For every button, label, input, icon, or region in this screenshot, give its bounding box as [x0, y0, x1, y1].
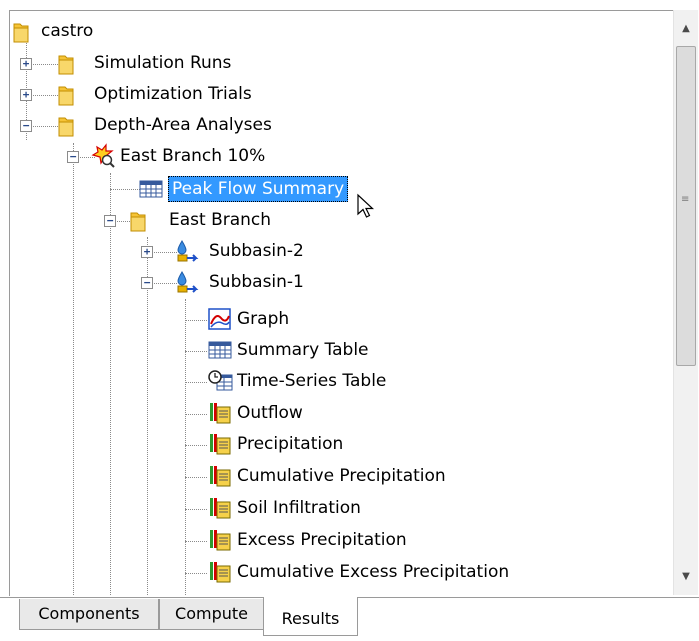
- tree-node-east-branch[interactable]: − East Branch: [10, 207, 330, 235]
- tree-node-excess-precipitation[interactable]: Excess Precipitation: [10, 527, 410, 555]
- tree-node-label: East Branch 10%: [120, 146, 266, 166]
- results-tree: castro + Simulation Runs + Optimization …: [9, 10, 674, 596]
- tree-node-label: Simulation Runs: [94, 53, 232, 73]
- collapse-toggle[interactable]: −: [141, 277, 153, 289]
- tree-node-label: Optimization Trials: [94, 84, 252, 104]
- folder-icon: [58, 117, 74, 137]
- collapse-toggle[interactable]: −: [67, 151, 79, 163]
- tree-node-label: Outflow: [237, 403, 303, 423]
- tree-node-label-selected: Peak Flow Summary: [168, 176, 349, 202]
- result-data-icon: [210, 434, 231, 455]
- table-icon: [139, 180, 163, 198]
- tree-node-summary-table[interactable]: Summary Table: [10, 337, 369, 365]
- tree-node-simulation-runs[interactable]: + Simulation Runs: [10, 50, 290, 78]
- folder-icon: [58, 86, 74, 106]
- result-data-icon: [210, 403, 231, 424]
- tree-node-precipitation[interactable]: Precipitation: [10, 431, 350, 459]
- tree-node-label: East Branch: [169, 210, 272, 230]
- tree-node-label: Depth-Area Analyses: [94, 115, 272, 135]
- expand-toggle[interactable]: +: [20, 89, 32, 101]
- tree-node-time-series-table[interactable]: Time-Series Table: [10, 368, 386, 396]
- expand-toggle[interactable]: +: [20, 58, 32, 70]
- tree-node-label: Summary Table: [237, 340, 369, 360]
- tree-node-depth-area-analyses[interactable]: − Depth-Area Analyses: [10, 112, 330, 140]
- tree-node-label: Subbasin-2: [209, 241, 304, 261]
- subbasin-icon: [177, 240, 199, 262]
- tree-node-label: Graph: [237, 309, 290, 329]
- tree-node-label: Precipitation: [237, 434, 344, 454]
- subbasin-icon: [177, 271, 199, 293]
- time-series-table-icon: [208, 370, 233, 391]
- tree-node-graph[interactable]: Graph: [10, 306, 310, 334]
- table-icon: [208, 341, 232, 359]
- tree-node-cumulative-excess-precipitation[interactable]: Cumulative Excess Precipitation: [10, 559, 509, 587]
- tree-node-label: Cumulative Excess Precipitation: [237, 562, 510, 582]
- tree-node-label: Soil Infiltration: [237, 498, 361, 518]
- result-data-icon: [210, 498, 231, 519]
- expand-toggle[interactable]: +: [141, 246, 153, 258]
- scroll-up-arrow-icon[interactable]: ▲: [674, 18, 698, 40]
- scroll-down-arrow-icon[interactable]: ▼: [674, 566, 698, 588]
- tree-node-label: Time-Series Table: [237, 371, 387, 391]
- folder-icon: [13, 23, 29, 43]
- tree-node-soil-infiltration[interactable]: Soil Infiltration: [10, 495, 370, 523]
- explorer-tabs: Components Compute Results: [0, 597, 699, 639]
- folder-icon: [58, 55, 74, 75]
- tree-node-subbasin-2[interactable]: + Subbasin-2: [10, 238, 330, 266]
- tree-node-subbasin-1[interactable]: − Subbasin-1: [10, 269, 330, 297]
- tree-node-castro[interactable]: castro: [10, 18, 130, 46]
- tree-node-optimization-trials[interactable]: + Optimization Trials: [10, 81, 310, 109]
- depth-area-analysis-icon: [91, 143, 115, 168]
- vertical-scrollbar[interactable]: ▲ ≡ ▼: [673, 10, 698, 595]
- tree-node-label: Cumulative Precipitation: [237, 466, 446, 486]
- tree-node-peak-flow-summary[interactable]: Peak Flow Summary: [10, 175, 410, 203]
- scrollbar-thumb[interactable]: ≡: [676, 46, 696, 366]
- tree-node-label: castro: [41, 21, 94, 41]
- tree-node-outflow[interactable]: Outflow: [10, 400, 310, 428]
- tree-node-label: Subbasin-1: [209, 272, 304, 292]
- mouse-cursor-icon: [357, 193, 375, 218]
- result-data-icon: [210, 530, 231, 551]
- collapse-toggle[interactable]: −: [104, 215, 116, 227]
- result-data-icon: [210, 466, 231, 487]
- tab-compute[interactable]: Compute: [159, 599, 264, 630]
- graph-icon: [208, 308, 231, 330]
- collapse-toggle[interactable]: −: [20, 120, 32, 132]
- watershed-explorer: castro + Simulation Runs + Optimization …: [0, 0, 699, 597]
- tree-node-label: Excess Precipitation: [237, 530, 407, 550]
- tab-components[interactable]: Components: [19, 599, 159, 630]
- grip-icon: ≡: [681, 194, 690, 205]
- result-data-icon: [210, 562, 231, 583]
- tab-results[interactable]: Results: [263, 597, 358, 636]
- folder-icon: [130, 212, 146, 232]
- tree-node-cumulative-precipitation[interactable]: Cumulative Precipitation: [10, 463, 446, 491]
- tree-node-east-branch-10[interactable]: − East Branch 10%: [10, 143, 330, 171]
